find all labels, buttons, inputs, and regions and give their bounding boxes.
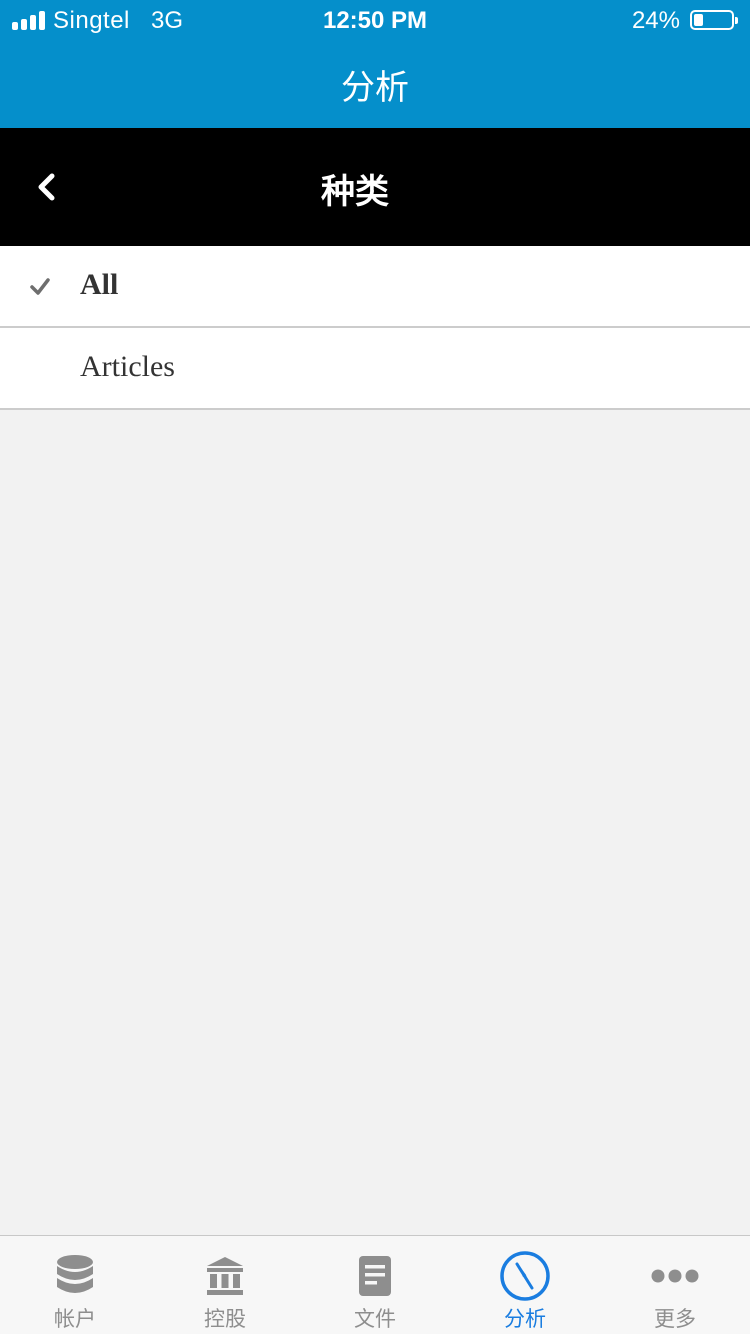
battery-percent: 24% xyxy=(631,7,680,34)
database-icon xyxy=(49,1250,101,1302)
tab-more[interactable]: 更多 xyxy=(600,1236,750,1334)
document-icon xyxy=(349,1250,401,1302)
compass-icon xyxy=(499,1250,551,1302)
bank-icon xyxy=(199,1250,251,1302)
page-title: 分析 xyxy=(341,69,409,107)
app-screen: Singtel 3G 12:50 PM 24% 分析 种类 All Articl… xyxy=(0,0,750,1334)
tab-documents[interactable]: 文件 xyxy=(300,1236,450,1334)
tab-label: 更多 xyxy=(654,1308,696,1331)
status-bar: Singtel 3G 12:50 PM 24% xyxy=(0,0,750,40)
subheader-title: 种类 xyxy=(321,173,389,211)
tab-bar: 帐户 控股 文件 分析 更多 xyxy=(0,1235,750,1334)
category-list: All Articles xyxy=(0,246,750,410)
list-item-label: Articles xyxy=(80,350,175,383)
app-header: Singtel 3G 12:50 PM 24% 分析 xyxy=(0,0,750,128)
list-item-all[interactable]: All xyxy=(0,246,750,328)
subheader-bar: 种类 xyxy=(0,128,750,246)
tab-holdings[interactable]: 控股 xyxy=(150,1236,300,1334)
tab-label: 文件 xyxy=(354,1308,396,1331)
tab-accounts[interactable]: 帐户 xyxy=(0,1236,150,1334)
list-item-label: All xyxy=(80,268,119,301)
tab-analysis[interactable]: 分析 xyxy=(450,1236,600,1334)
tab-label: 分析 xyxy=(504,1308,546,1331)
tab-label: 控股 xyxy=(204,1308,246,1331)
battery-icon xyxy=(690,10,738,30)
checkmark-icon xyxy=(30,278,50,295)
tab-label: 帐户 xyxy=(54,1308,96,1331)
list-item-articles[interactable]: Articles xyxy=(0,328,750,410)
more-dots-icon xyxy=(649,1250,701,1302)
